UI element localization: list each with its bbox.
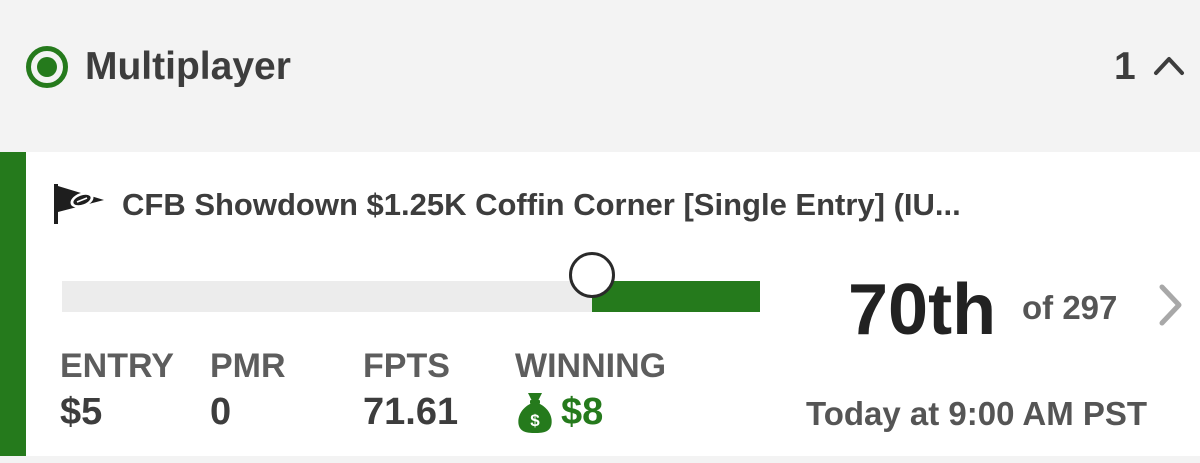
contest-progress-bar xyxy=(62,281,760,312)
stat-pmr-value: 0 xyxy=(210,391,232,433)
stat-winning: WINNING $ $8 xyxy=(515,346,666,434)
chevron-up-icon[interactable] xyxy=(1152,53,1186,77)
radio-selected-icon xyxy=(26,46,68,88)
contest-title: CFB Showdown $1.25K Coffin Corner [Singl… xyxy=(122,187,961,222)
contest-card[interactable]: CFB Showdown $1.25K Coffin Corner [Singl… xyxy=(0,152,1200,456)
rank-value: 70th xyxy=(848,270,997,350)
stat-pmr: PMR 0 xyxy=(210,346,286,434)
section-count: 1 xyxy=(1114,45,1136,88)
stat-fpts-value: 71.61 xyxy=(363,391,459,433)
stat-entry-label: ENTRY xyxy=(60,347,174,385)
chevron-right-icon[interactable] xyxy=(1154,282,1186,328)
money-bag-icon: $ xyxy=(518,393,552,433)
stat-winning-value: $8 xyxy=(561,391,604,433)
football-pennant-icon xyxy=(54,184,104,224)
card-accent-bar xyxy=(0,152,26,456)
multiplayer-section-header[interactable]: Multiplayer 1 xyxy=(0,0,1200,150)
stat-entry: ENTRY $5 xyxy=(60,346,174,434)
stat-fpts-label: FPTS xyxy=(363,347,450,385)
progress-fill xyxy=(592,281,760,312)
stat-winning-label: WINNING xyxy=(515,347,667,385)
rank-total: of 297 xyxy=(1022,289,1118,326)
stat-entry-value: $5 xyxy=(60,391,103,433)
svg-text:$: $ xyxy=(530,411,540,430)
stat-winning-value-row: $ $8 xyxy=(515,390,666,434)
section-title: Multiplayer xyxy=(85,45,291,88)
contest-start-time: Today at 9:00 AM PST xyxy=(806,395,1148,432)
stat-pmr-label: PMR xyxy=(210,347,286,385)
stat-fpts: FPTS 71.61 xyxy=(363,346,458,434)
